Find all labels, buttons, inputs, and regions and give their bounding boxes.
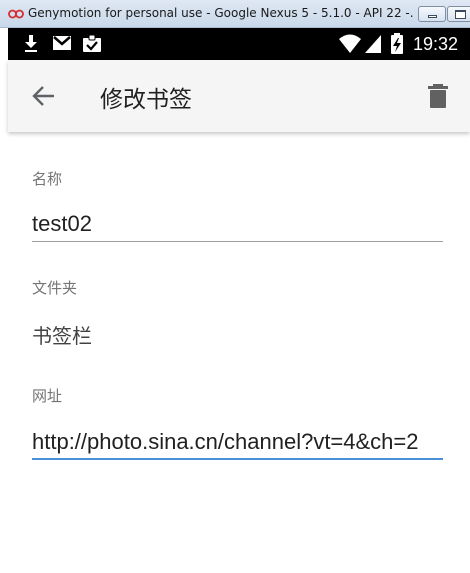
folder-label: 文件夹 [32,279,78,297]
window-title: Genymotion for personal use - Google Nex… [28,6,413,20]
minimize-button[interactable] [418,6,446,22]
app-bar: 修改书签 [8,60,470,132]
bookmark-edit-form: 名称 test02 文件夹 书签栏 网址 http://photo.sina.c… [8,132,470,573]
maximize-icon [455,10,466,19]
page-title: 修改书签 [100,87,192,113]
clipboard-check-icon [83,35,101,52]
wifi-icon [339,34,361,53]
download-icon [25,35,37,52]
maximize-button[interactable] [447,6,470,22]
clock-time: 19:32 [412,34,458,54]
url-input-underline [32,458,443,460]
gmail-icon [53,36,71,50]
trash-icon[interactable] [424,82,452,110]
window-titlebar: Genymotion for personal use - Google Nex… [0,0,470,28]
status-bar: 19:32 [8,28,470,60]
name-input[interactable]: test02 [32,211,443,237]
genymotion-logo-icon [8,9,24,19]
url-input[interactable]: http://photo.sina.cn/channel?vt=4&ch=2 [32,429,443,455]
name-input-underline [32,241,443,242]
battery-charging-icon [391,33,403,54]
arrow-back-icon[interactable] [28,80,60,112]
name-label: 名称 [32,170,63,188]
url-label: 网址 [32,387,63,405]
minimize-icon [428,15,437,18]
window-left-border [0,28,8,573]
signal-icon [365,35,381,53]
folder-select[interactable]: 书签栏 [32,320,92,349]
